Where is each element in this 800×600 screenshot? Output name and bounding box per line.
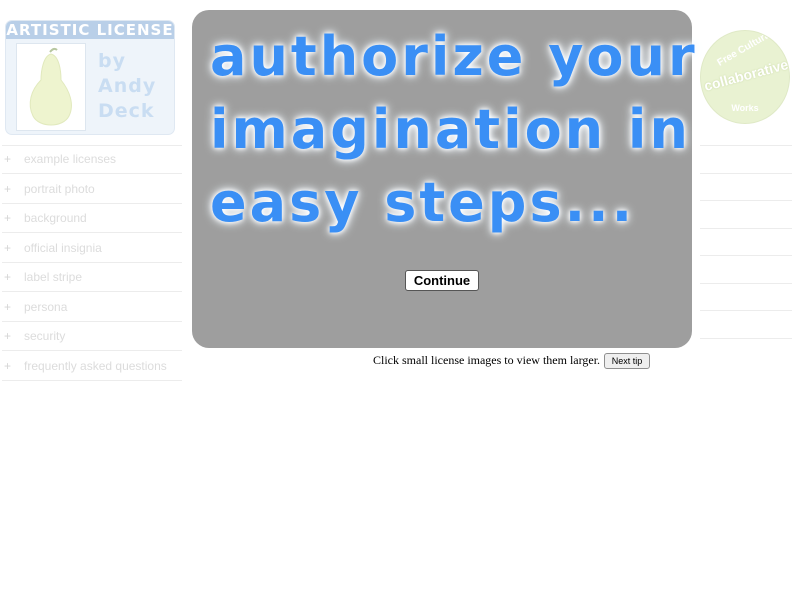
plus-icon: + [4, 211, 12, 225]
nav-item-label: persona [24, 299, 68, 314]
nav-item-label-stripe[interactable]: + label stripe [2, 264, 182, 292]
nav-item-label: background [24, 211, 87, 225]
nav-item-label: frequently asked questions [24, 358, 167, 373]
nav-item-persona[interactable]: + persona [2, 294, 182, 322]
divider [700, 282, 792, 311]
nav-item-official-insignia[interactable]: + official insignia [2, 235, 182, 263]
nav-item-label: official insignia [24, 240, 102, 255]
logo-byline: by Andy Deck [98, 49, 172, 124]
nav-item-label: portrait photo [24, 181, 95, 196]
free-cultural-works-badge[interactable]: Free Cultural collaborative Works [700, 30, 790, 124]
nav-item-label: security [24, 329, 66, 343]
nav-item-portrait-photo[interactable]: + portrait photo [2, 176, 182, 204]
pear-image [16, 43, 86, 131]
right-divider-lines [700, 145, 792, 365]
logo-title: ARTISTIC LICENSE [6, 21, 174, 39]
nav-item-security[interactable]: + security [2, 323, 182, 351]
nav-item-faq[interactable]: + frequently asked questions [2, 353, 182, 381]
divider [700, 200, 792, 228]
plus-icon: + [4, 299, 12, 314]
divider [700, 172, 792, 201]
intro-modal: authorize your imagination in easy steps… [192, 10, 698, 348]
headline-line: authorize your [210, 25, 698, 88]
nav-item-label: label stripe [24, 270, 83, 284]
tip-text: Click small license images to view them … [373, 353, 601, 367]
plus-icon: + [4, 181, 12, 196]
headline-line: easy steps... [210, 171, 636, 234]
divider [700, 145, 792, 173]
headline-line: imagination in [210, 98, 691, 161]
byline-last-name: Deck [98, 100, 155, 122]
byline-first-name: Andy [98, 75, 157, 97]
plus-icon: + [4, 270, 12, 284]
plus-icon: + [4, 358, 12, 373]
plus-icon: + [4, 329, 12, 343]
nav-item-example-licenses[interactable]: + example licenses [2, 146, 182, 174]
modal-headline: authorize your imagination in easy steps… [210, 20, 698, 239]
artistic-license-logo: ARTISTIC LICENSE by Andy Deck [5, 20, 175, 135]
divider [700, 337, 792, 366]
badge-bottom-text: Works [731, 103, 759, 113]
next-tip-button[interactable]: Next tip [604, 353, 650, 369]
continue-button[interactable]: Continue [405, 270, 479, 291]
nav-item-label: example licenses [24, 152, 117, 166]
side-nav: + example licenses + portrait photo + backg… [2, 145, 182, 382]
plus-icon: + [4, 152, 12, 166]
nav-item-background[interactable]: + background [2, 205, 182, 233]
divider [700, 227, 792, 256]
divider [700, 310, 792, 338]
divider [700, 255, 792, 283]
byline-by: by [98, 50, 126, 72]
plus-icon: + [4, 240, 12, 255]
